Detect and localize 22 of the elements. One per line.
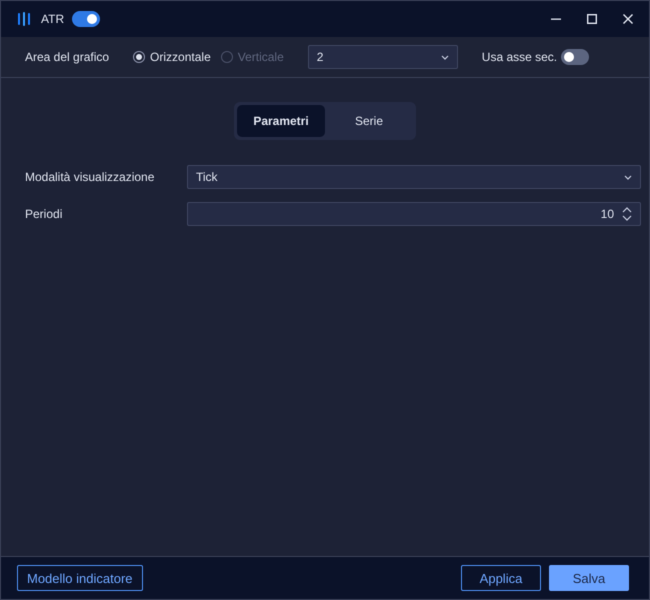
pane-dropdown[interactable]: 2 <box>308 45 458 69</box>
tab[interactable]: Serie <box>325 105 413 137</box>
secondary-axis-label: Usa asse sec. <box>482 50 558 64</box>
template-button[interactable]: Modello indicatore <box>17 565 143 591</box>
dropdown[interactable]: Tick <box>187 165 641 189</box>
radio-option[interactable]: Orizzontale <box>133 50 211 64</box>
save-button[interactable]: Salva <box>549 565 629 591</box>
chevron-down-icon <box>440 54 449 60</box>
close-icon[interactable] <box>623 14 633 24</box>
window-title: ATR <box>41 12 64 26</box>
tab[interactable]: Parametri <box>237 105 325 137</box>
field-label: Periodi <box>25 207 64 221</box>
field-label: Modalità visualizzazione <box>25 170 156 184</box>
chevron-down-icon <box>624 174 632 180</box>
indicator-icon <box>17 12 31 26</box>
chart-area-label: Area del grafico <box>25 50 110 64</box>
number-input[interactable]: 10 <box>187 202 641 226</box>
apply-button[interactable]: Applica <box>461 565 541 591</box>
toggle-switch[interactable] <box>561 49 590 65</box>
maximize-icon[interactable] <box>587 14 597 24</box>
spinner-icon[interactable] <box>622 207 632 221</box>
toggle-switch[interactable] <box>72 11 100 27</box>
